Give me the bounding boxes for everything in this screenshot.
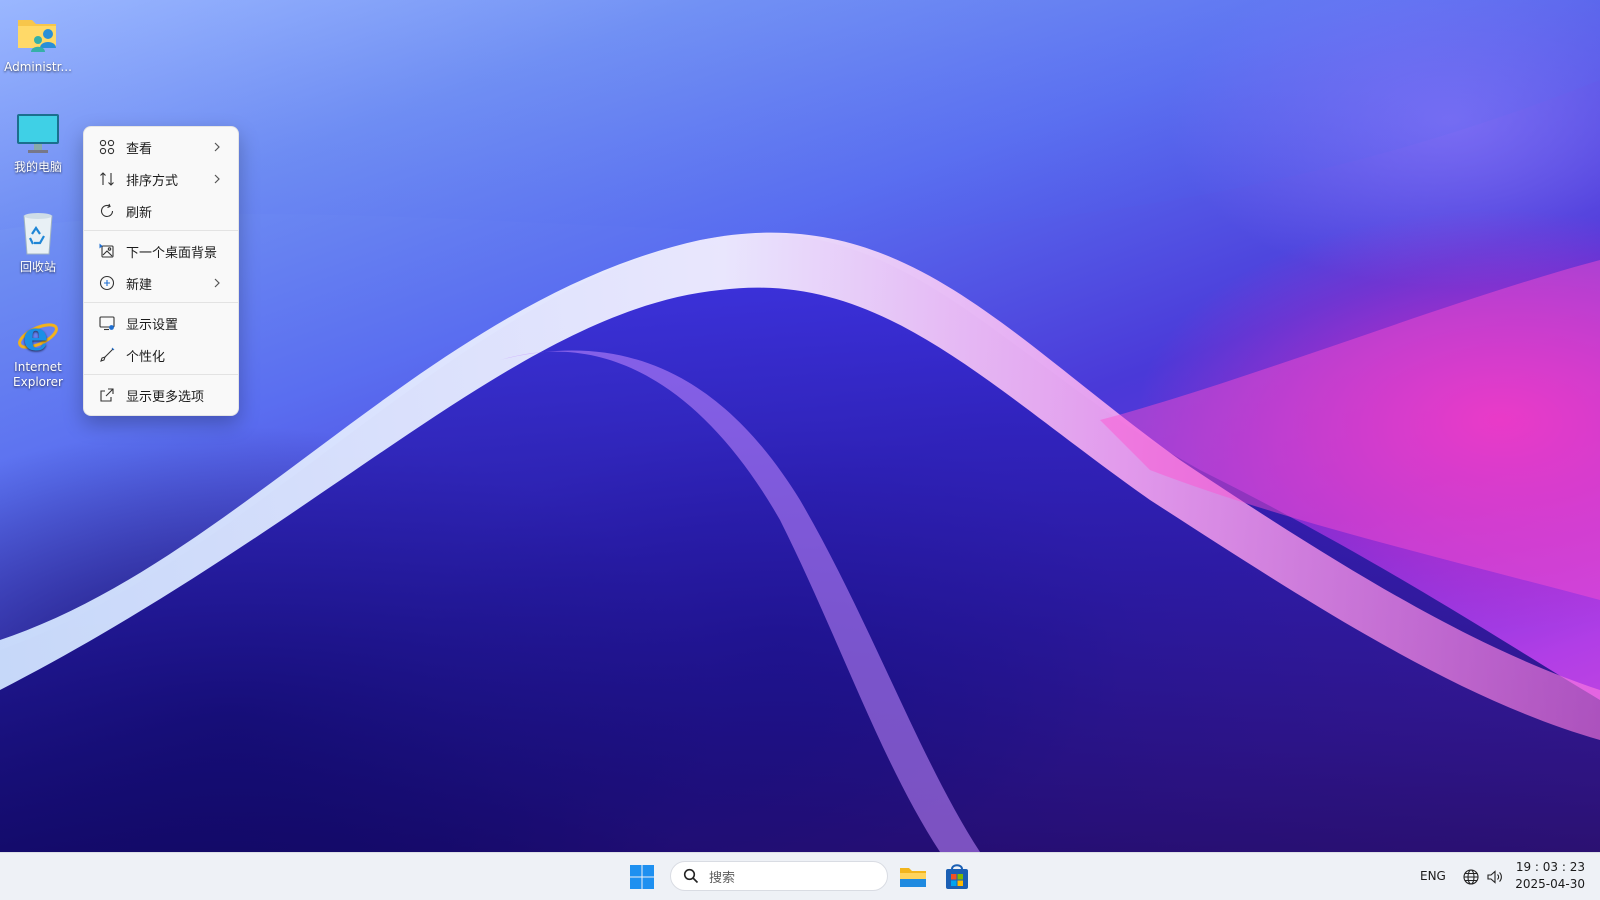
start-button[interactable] (628, 863, 656, 891)
taskbar-app-microsoft-store[interactable] (942, 862, 972, 892)
menu-item-sort-by[interactable]: 排序方式 (88, 163, 234, 195)
desktop-icon-internet-explorer[interactable]: e Internet Explorer (0, 310, 76, 390)
desktop-icon-this-pc[interactable]: 我的电脑 (0, 110, 76, 175)
store-icon (946, 864, 968, 889)
menu-item-label: 新建 (126, 277, 153, 293)
taskbar-search-box[interactable]: 搜索 (670, 861, 888, 891)
chevron-right-icon (212, 275, 222, 291)
chevron-right-icon (212, 139, 222, 155)
more-options-icon (98, 386, 116, 404)
clock-date: 2025-04-30 (1515, 877, 1585, 891)
clock-time: 19 : 03 : 23 (1515, 860, 1585, 874)
windows-logo-icon (630, 865, 654, 889)
menu-item-show-more-options[interactable]: 显示更多选项 (88, 379, 234, 411)
desktop-icon-recycle-bin[interactable]: 回收站 (0, 210, 76, 275)
grid-view-icon (98, 138, 116, 156)
monitor-icon (14, 110, 62, 158)
search-icon (683, 868, 699, 884)
desktop-icon-label: Internet Explorer (13, 360, 63, 389)
desktop-context-menu: 查看 排序方式 刷新 下一个桌面背景 新建 显示设置 个性化 显示更多选项 (83, 126, 239, 416)
taskbar: 搜索 ENG 19 : 03 : 23 2025-04-30 (0, 852, 1600, 900)
refresh-icon (98, 202, 116, 220)
brush-icon (98, 346, 116, 364)
menu-item-label: 显示设置 (126, 317, 179, 333)
search-placeholder: 搜索 (709, 870, 736, 886)
new-plus-icon (98, 274, 116, 292)
menu-item-label: 个性化 (126, 349, 166, 365)
next-background-icon (98, 242, 116, 260)
system-clock[interactable]: 19 : 03 : 23 2025-04-30 (1515, 859, 1585, 893)
desktop-icon-label: 回收站 (19, 260, 56, 274)
menu-item-label: 查看 (126, 141, 153, 157)
menu-item-display-settings[interactable]: 显示设置 (88, 307, 234, 339)
desktop-icon-administrator[interactable]: Administr... (0, 10, 76, 75)
internet-explorer-icon: e (14, 310, 62, 360)
taskbar-app-file-explorer[interactable] (898, 862, 928, 892)
folder-icon (900, 868, 926, 887)
svg-text:e: e (23, 313, 48, 358)
menu-item-label: 显示更多选项 (126, 389, 205, 405)
menu-item-personalize[interactable]: 个性化 (88, 339, 234, 371)
menu-separator (84, 302, 238, 303)
menu-separator (84, 374, 238, 375)
desktop-icon-label: Administr... (4, 60, 72, 74)
display-settings-icon (98, 314, 116, 332)
volume-icon[interactable] (1486, 868, 1504, 886)
input-language-indicator[interactable]: ENG (1420, 869, 1446, 883)
menu-item-next-background[interactable]: 下一个桌面背景 (88, 235, 234, 267)
network-globe-icon[interactable] (1462, 868, 1480, 886)
desktop-icon-label: 我的电脑 (13, 160, 62, 174)
wallpaper-wave (0, 0, 1600, 852)
user-folder-icon (14, 10, 62, 58)
menu-separator (84, 230, 238, 231)
menu-item-refresh[interactable]: 刷新 (88, 195, 234, 227)
sort-icon (98, 170, 116, 188)
menu-item-view[interactable]: 查看 (88, 131, 234, 163)
desktop[interactable]: Administr... 我的电脑 回收站 e Internet Explore… (0, 0, 1600, 852)
recycle-bin-icon (14, 210, 62, 258)
chevron-right-icon (212, 171, 222, 187)
menu-item-label: 下一个桌面背景 (126, 245, 218, 261)
menu-item-label: 排序方式 (126, 173, 179, 189)
menu-item-new[interactable]: 新建 (88, 267, 234, 299)
menu-item-label: 刷新 (126, 205, 153, 221)
